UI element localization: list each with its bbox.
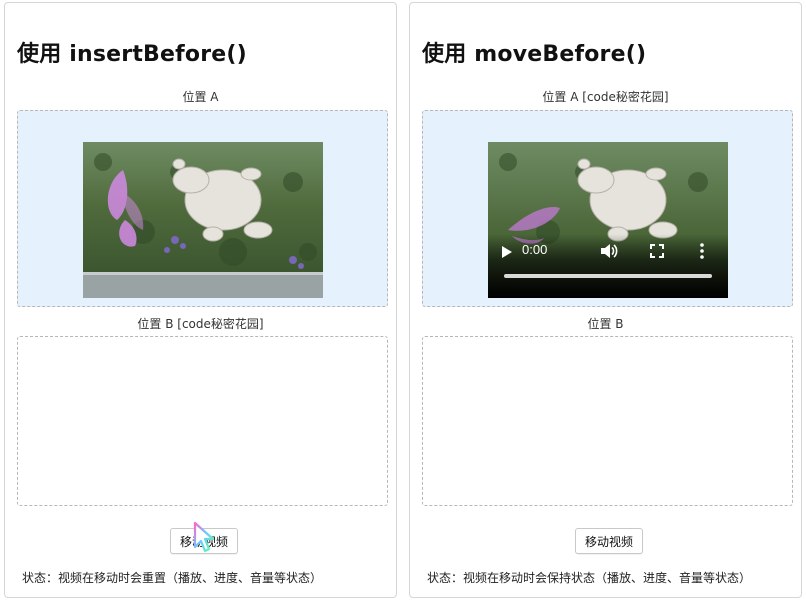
video-player[interactable] xyxy=(83,142,323,298)
slot-a-container: 0:00 xyxy=(422,110,793,307)
slot-b-container xyxy=(422,336,793,506)
move-video-button[interactable]: 移动视频 xyxy=(575,528,644,554)
play-icon[interactable] xyxy=(502,246,512,258)
fullscreen-icon[interactable] xyxy=(650,244,664,258)
panel-title: 使用 moveBefore() xyxy=(422,42,647,67)
status-text: 状态：视频在移动时会保持状态（播放、进度、音量等状态） xyxy=(427,571,752,585)
slot-b-label: 位置 B xyxy=(587,317,624,331)
volume-icon[interactable] xyxy=(600,243,618,259)
video-progress-bar[interactable] xyxy=(83,272,323,298)
insert-before-panel: 使用 insertBefore() 位置 A 位置 B [code秘密花园] 状… xyxy=(4,2,397,598)
more-options-icon[interactable] xyxy=(700,243,704,259)
move-before-panel: 使用 moveBefore() 位置 A [code秘密花园] 0:00 位置 … xyxy=(409,2,802,598)
video-frame xyxy=(83,142,323,272)
slot-a-container xyxy=(17,110,388,307)
slot-b-container xyxy=(17,336,388,506)
mouse-pointer-icon xyxy=(193,521,215,553)
panel-title: 使用 insertBefore() xyxy=(17,42,247,67)
slot-a-label: 位置 A xyxy=(182,90,219,104)
slot-b-label: 位置 B [code秘密花园] xyxy=(137,317,264,331)
video-time: 0:00 xyxy=(522,242,548,257)
video-player[interactable]: 0:00 xyxy=(488,142,728,298)
video-seek-bar[interactable] xyxy=(504,274,712,278)
slot-a-label: 位置 A [code秘密花园] xyxy=(542,90,669,104)
video-controls: 0:00 xyxy=(488,234,728,298)
status-text: 状态：视频在移动时会重置（播放、进度、音量等状态） xyxy=(22,571,323,585)
